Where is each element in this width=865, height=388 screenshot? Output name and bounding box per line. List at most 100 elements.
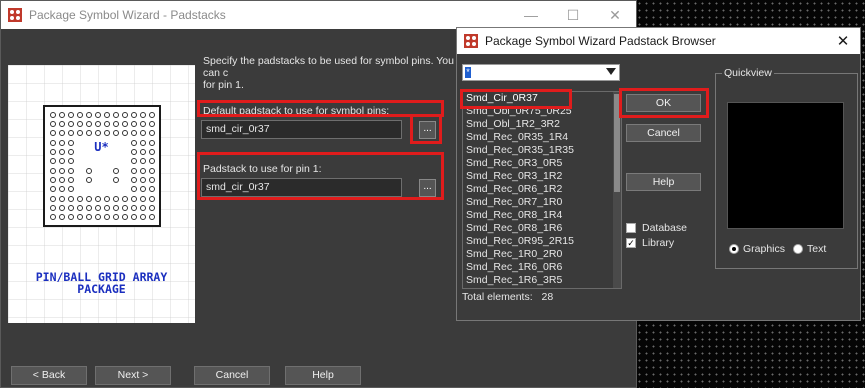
next-button[interactable]: Next > [95,366,171,385]
empty-site [102,185,108,191]
highlight-selected-item [460,89,572,109]
ball-pad [67,176,74,183]
ball-pad [121,130,128,137]
ball-pad [130,204,137,211]
text-radio[interactable] [793,244,804,254]
empty-site [120,185,126,191]
ball-pad [76,111,83,118]
browser-title: Package Symbol Wizard Padstack Browser [485,34,716,48]
ball-pad [112,195,119,202]
help-button[interactable]: Help [285,366,361,385]
ball-pad [130,111,137,118]
browser-cancel-button[interactable]: Cancel [626,124,701,142]
list-item[interactable]: Smd_Rec_0R8_1R4 [463,209,621,222]
minimize-button[interactable]: — [510,1,552,29]
ball-pad [139,120,146,127]
empty-site [111,185,117,191]
ball-pad [112,176,119,183]
default-padstack-input[interactable]: smd_cir_0r37 [201,120,402,139]
ball-pad [67,167,74,174]
library-checkbox-box[interactable]: ✓ [626,238,636,248]
filter-value: * [465,67,471,78]
cancel-button[interactable]: Cancel [194,366,270,385]
total-elements: Total elements: 28 [462,291,553,303]
library-checkbox[interactable]: ✓ Library [626,237,674,249]
list-item[interactable]: Smd_Rec_0R3_1R2 [463,170,621,183]
list-item[interactable]: Smd_Rec_0R7_1R0 [463,196,621,209]
ball-pad [130,214,137,221]
ball-pad [103,204,110,211]
ball-pad [139,176,146,183]
empty-site [75,166,81,172]
empty-site [75,157,81,163]
ball-pad [49,158,56,165]
list-item[interactable]: Smd_Rec_0R6_1R2 [463,183,621,196]
list-item[interactable]: Smd_Rec_0R3_0R5 [463,157,621,170]
ball-pad [85,111,92,118]
ball-pad [139,111,146,118]
empty-site [102,166,108,172]
list-item[interactable]: Smd_Rec_0R35_1R35 [463,144,621,157]
ball-pad [148,195,155,202]
highlight-default-browse [410,114,442,144]
filter-combobox[interactable]: * [462,64,620,81]
ball-pad [148,214,155,221]
ball-pad [139,214,146,221]
total-elements-label: Total elements: [462,291,533,303]
list-item[interactable]: Smd_Rec_1R8_2R4 [463,287,621,288]
ball-pad [121,111,128,118]
ball-pad [58,130,65,137]
list-item[interactable]: Smd_Obl_1R2_3R2 [463,118,621,131]
padstack-list[interactable]: Smd_Cir_0R37 Smd_Obl_0R75_0R25 Smd_Obl_1R2… [462,91,622,289]
empty-site [102,175,108,181]
ball-pad [76,214,83,221]
chevron-down-icon[interactable] [606,68,616,75]
list-item[interactable]: Smd_Rec_1R0_2R0 [463,248,621,261]
ball-pad [112,214,119,221]
app-icon [463,33,479,49]
ball-pad [94,111,101,118]
empty-site [84,157,90,163]
ball-pad [67,120,74,127]
ball-pad [130,195,137,202]
ball-pad [58,111,65,118]
close-button[interactable]: ✕ [594,1,636,29]
ball-pad [49,195,56,202]
database-checkbox-box[interactable] [626,223,636,233]
quickview-group: Quickview Graphics Text [715,67,858,269]
list-item[interactable]: Smd_Rec_1R6_3R5 [463,274,621,287]
ball-pad [130,120,137,127]
ball-pad [139,195,146,202]
browser-close-button[interactable]: ✕ [826,32,860,50]
ball-pad [58,176,65,183]
ball-pad [67,111,74,118]
list-scrollbar[interactable] [613,92,621,288]
browser-help-button[interactable]: Help [626,173,701,191]
list-item[interactable]: Smd_Rec_0R8_1R6 [463,222,621,235]
ball-pad [112,111,119,118]
ball-pad [67,195,74,202]
empty-site [75,185,81,191]
ball-pad [67,130,74,137]
list-item[interactable]: Smd_Rec_1R6_0R6 [463,261,621,274]
graphics-radio[interactable] [729,244,739,254]
padstack-browser-dialog: Package Symbol Wizard Padstack Browser ✕… [456,27,861,321]
ball-pad [58,214,65,221]
ball-pad [103,130,110,137]
highlight-ok-button [619,88,709,118]
maximize-button[interactable]: ☐ [552,1,594,29]
list-item[interactable]: Smd_Rec_0R35_1R4 [463,131,621,144]
back-button[interactable]: < Back [11,366,87,385]
graphics-radio-label: Graphics [743,243,786,255]
ball-pad [148,130,155,137]
database-checkbox-label: Database [642,222,687,234]
package-preview: U* PIN/BALL GRID ARRAY PACKAGE [8,65,195,323]
ball-pad [67,158,74,165]
list-item[interactable]: Smd_Rec_0R95_2R15 [463,235,621,248]
empty-site [93,175,99,181]
database-checkbox[interactable]: Database [626,222,687,234]
empty-site [93,157,99,163]
ball-pad [85,167,92,174]
ball-pad [94,120,101,127]
ball-pad [76,120,83,127]
